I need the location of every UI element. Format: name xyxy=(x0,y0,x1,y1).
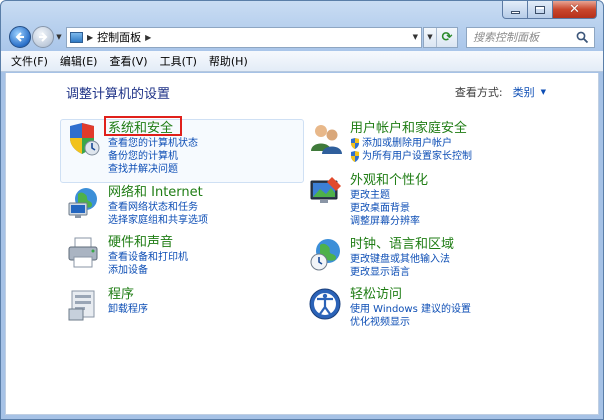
category-title-appearance[interactable]: 外观和个性化 xyxy=(350,173,428,189)
page-title: 调整计算机的设置 xyxy=(66,87,171,102)
link-label: 添加或删除用户帐户 xyxy=(362,138,452,149)
minimize-icon xyxy=(510,10,520,14)
search-icon[interactable] xyxy=(576,31,589,44)
link-change-theme[interactable]: 更改主题 xyxy=(350,189,560,202)
control-panel-icon xyxy=(70,31,83,43)
forward-button[interactable] xyxy=(32,26,54,48)
menu-view[interactable]: 查看(V) xyxy=(103,51,153,72)
refresh-group: ▼ ⟳ xyxy=(423,26,458,48)
category-title-hardware-sound[interactable]: 硬件和声音 xyxy=(108,235,173,251)
breadcrumb-separator-icon[interactable]: ▶ xyxy=(87,33,93,42)
view-by: 查看方式: 类别 ▼ xyxy=(455,84,546,100)
navigation-row: ▼ ▶ 控制面板 ▶ ▼ ▼ ⟳ 搜索控制面板 xyxy=(9,25,595,49)
recent-pages-dropdown[interactable]: ▼ xyxy=(54,26,64,48)
view-by-dropdown[interactable]: 类别 xyxy=(509,84,539,100)
printer-icon xyxy=(68,237,98,268)
caption-buttons: ✕ xyxy=(502,1,597,19)
link-optimize-visual-display[interactable]: 优化视频显示 xyxy=(350,316,560,329)
link-add-device[interactable]: 添加设备 xyxy=(108,264,318,277)
address-dropdown-icon[interactable]: ▼ xyxy=(413,33,418,41)
link-adjust-resolution[interactable]: 调整屏幕分辨率 xyxy=(350,215,560,228)
link-find-fix-problems[interactable]: 查找并解决问题 xyxy=(108,163,318,176)
address-bar[interactable]: ▶ 控制面板 ▶ ▼ xyxy=(66,26,422,48)
red-highlight-box xyxy=(104,116,182,136)
link-add-remove-users[interactable]: 添加或删除用户帐户 xyxy=(350,137,560,150)
category-title-ease-of-access[interactable]: 轻松访问 xyxy=(350,287,402,303)
category-body: 外观和个性化 更改主题 更改桌面背景 调整屏幕分辨率 xyxy=(350,173,560,228)
refresh-button[interactable]: ⟳ xyxy=(437,28,457,47)
close-button[interactable]: ✕ xyxy=(553,1,597,19)
link-parental-controls[interactable]: 为所有用户设置家长控制 xyxy=(350,150,560,163)
back-arrow-icon xyxy=(15,32,24,42)
category-body: 用户帐户和家庭安全 添加或删除用户帐户 为所有用户设置家长控制 xyxy=(350,121,560,163)
menu-edit[interactable]: 编辑(E) xyxy=(54,51,104,72)
category-title-network-internet[interactable]: 网络和 Internet xyxy=(108,185,203,201)
link-backup-computer[interactable]: 备份您的计算机 xyxy=(108,150,318,163)
uac-shield-icon xyxy=(351,151,359,162)
category-body: 轻松访问 使用 Windows 建议的设置 优化视频显示 xyxy=(350,287,560,329)
search-input[interactable]: 搜索控制面板 xyxy=(466,26,595,48)
close-icon: ✕ xyxy=(569,2,580,17)
appearance-monitor-icon xyxy=(310,177,341,203)
link-change-desktop-background[interactable]: 更改桌面背景 xyxy=(350,202,560,215)
network-globe-icon xyxy=(68,188,97,218)
category-body: 时钟、语言和区域 更改键盘或其他输入法 更改显示语言 xyxy=(350,237,560,279)
content-area: 调整计算机的设置 查看方式: 类别 ▼ 系统和安全 查看您的计算机状态 备份您的… xyxy=(5,73,599,415)
link-homegroup-sharing[interactable]: 选择家庭组和共享选项 xyxy=(108,214,318,227)
forward-arrow-icon xyxy=(39,32,48,42)
view-by-label: 查看方式: xyxy=(454,86,503,99)
category-body: 硬件和声音 查看设备和打印机 添加设备 xyxy=(108,235,318,277)
uac-shield-icon xyxy=(351,138,359,149)
ease-of-access-icon xyxy=(309,288,341,320)
address-history-dropdown[interactable]: ▼ xyxy=(424,27,437,47)
maximize-button[interactable] xyxy=(528,1,553,19)
search-placeholder: 搜索控制面板 xyxy=(473,31,539,44)
programs-icon xyxy=(68,290,95,321)
link-label: 为所有用户设置家长控制 xyxy=(362,151,472,162)
link-devices-printers[interactable]: 查看设备和打印机 xyxy=(108,251,318,264)
chevron-down-icon[interactable]: ▼ xyxy=(541,88,546,96)
clock-globe-icon xyxy=(310,239,340,271)
category-title-user-accounts[interactable]: 用户帐户和家庭安全 xyxy=(350,121,467,137)
refresh-icon: ⟳ xyxy=(441,29,453,45)
back-button[interactable] xyxy=(9,26,31,48)
link-view-computer-status[interactable]: 查看您的计算机状态 xyxy=(108,137,318,150)
breadcrumb-separator-icon[interactable]: ▶ xyxy=(145,33,151,42)
security-shield-icon xyxy=(70,123,100,156)
maximize-icon xyxy=(535,5,545,14)
link-change-display-language[interactable]: 更改显示语言 xyxy=(350,266,560,279)
category-body: 网络和 Internet 查看网络状态和任务 选择家庭组和共享选项 xyxy=(108,185,318,227)
users-icon xyxy=(311,125,342,154)
category-title-clock-language-region[interactable]: 时钟、语言和区域 xyxy=(350,237,454,253)
link-view-network-status[interactable]: 查看网络状态和任务 xyxy=(108,201,318,214)
link-windows-recommended-settings[interactable]: 使用 Windows 建议的设置 xyxy=(350,303,560,316)
menu-tools[interactable]: 工具(T) xyxy=(154,51,203,72)
category-title-programs[interactable]: 程序 xyxy=(108,287,134,303)
breadcrumb-control-panel[interactable]: 控制面板 xyxy=(97,29,141,45)
control-panel-window: ✕ ▼ ▶ 控制面板 ▶ ▼ ▼ ⟳ 搜索控制面板 文件(F) 编辑(E) 查看… xyxy=(0,0,604,420)
link-change-input-method[interactable]: 更改键盘或其他输入法 xyxy=(350,253,560,266)
category-body: 程序 卸载程序 xyxy=(108,287,318,316)
menu-help[interactable]: 帮助(H) xyxy=(203,51,254,72)
menu-file[interactable]: 文件(F) xyxy=(5,51,54,72)
link-uninstall-program[interactable]: 卸载程序 xyxy=(108,303,318,316)
minimize-button[interactable] xyxy=(502,1,528,19)
menu-bar: 文件(F) 编辑(E) 查看(V) 工具(T) 帮助(H) xyxy=(1,51,603,72)
